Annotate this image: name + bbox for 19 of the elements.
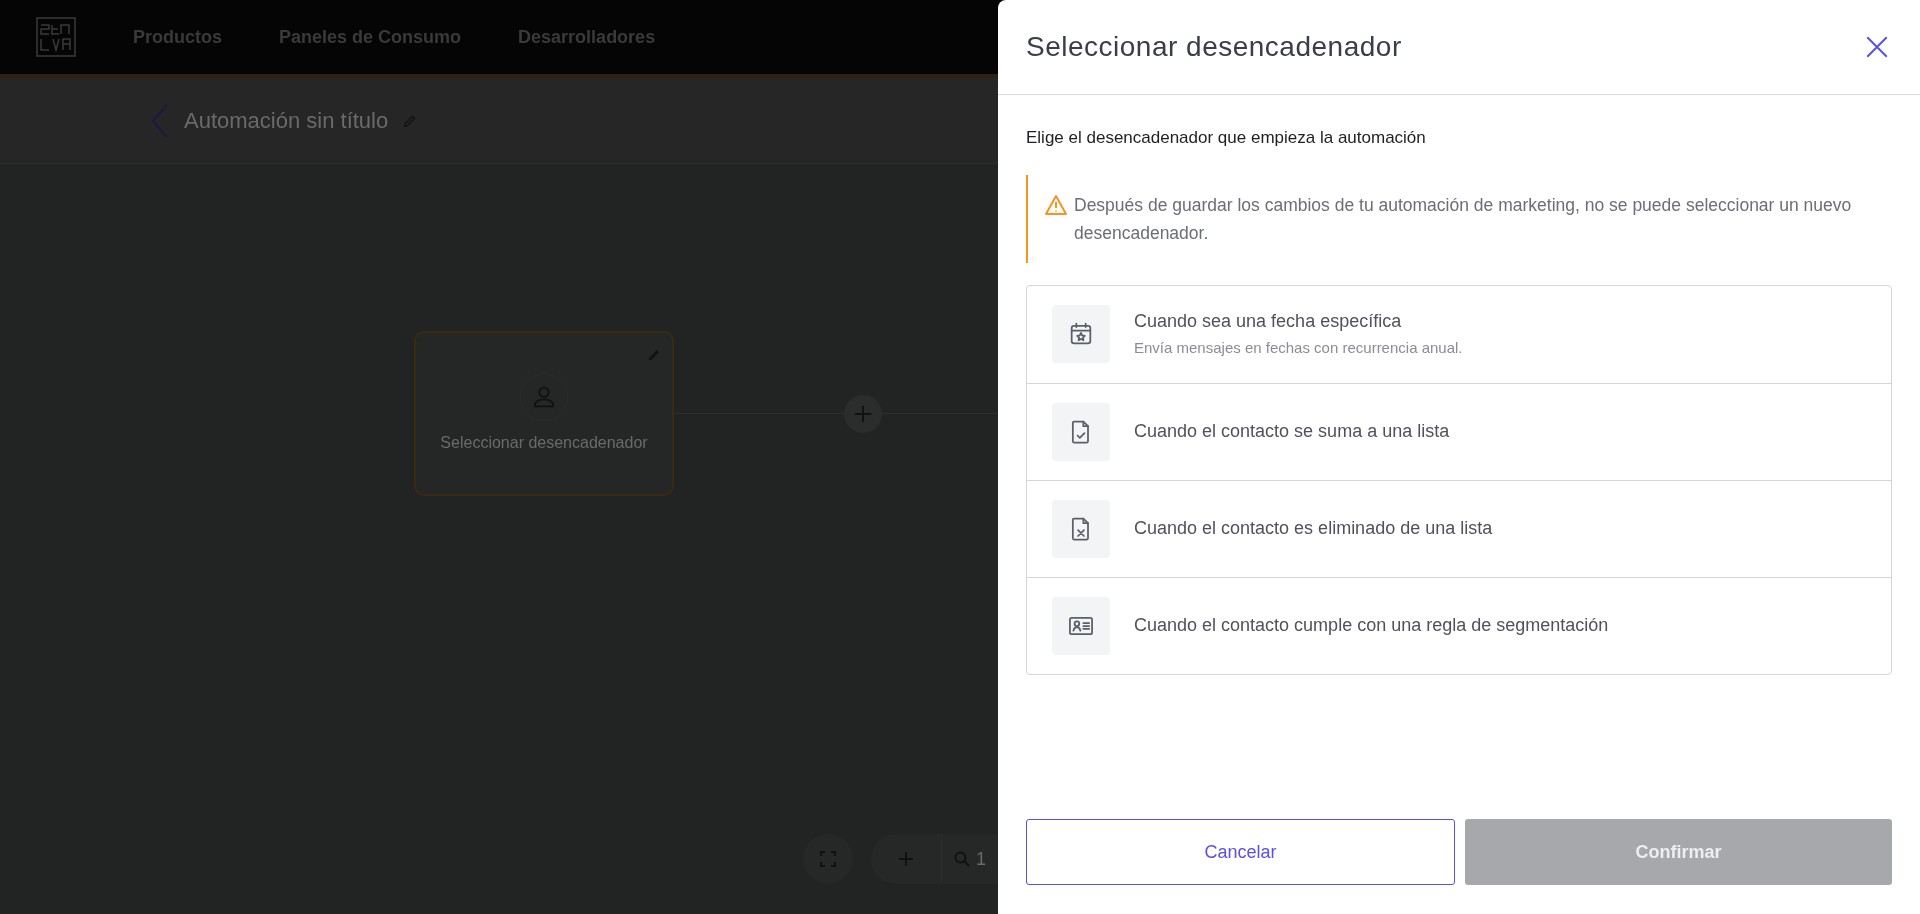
node-label: Seleccionar desencadenador <box>440 433 648 453</box>
trigger-title: Cuando el contacto se suma a una lista <box>1134 420 1450 443</box>
drawer-subtitle: Elige el desencadenador que empieza la automación <box>1026 127 1427 149</box>
cancel-button[interactable]: Cancelar <box>1026 819 1455 885</box>
trigger-title: Cuando sea una fecha específica <box>1134 310 1403 334</box>
logo-icon <box>36 17 76 57</box>
add-step-button[interactable] <box>844 394 882 433</box>
trigger-option[interactable]: Cuando el contacto cumple con una regla de segmentación <box>1027 576 1891 674</box>
automation-title: Automación sin título <box>184 107 389 135</box>
trigger-option[interactable]: Cuando el contacto se suma a una lista <box>1027 382 1891 480</box>
trigger-option[interactable]: Cuando el contacto es eliminado de una lista <box>1027 479 1891 577</box>
zoom-level: 1 <box>976 847 986 871</box>
trigger-title: Cuando el contacto cumple con una regla de segmentación <box>1134 614 1609 637</box>
drawer-title: Seleccionar desencadenador <box>1026 30 1402 64</box>
warning-text: Después de guardar los cambios de tu automación de marketing, no se puede seleccionar un nuevo desencadenador. <box>1074 193 1853 245</box>
trigger-option[interactable]: Cuando sea una fecha específica Envía mensajes en fechas con recurrencia anual. <box>1027 285 1891 383</box>
trigger-title: Cuando el contacto es eliminado de una lista <box>1134 517 1493 540</box>
warning-icon <box>1044 193 1068 216</box>
trigger-description: Envía mensajes en fechas con recurrencia anual. <box>1134 338 1463 359</box>
